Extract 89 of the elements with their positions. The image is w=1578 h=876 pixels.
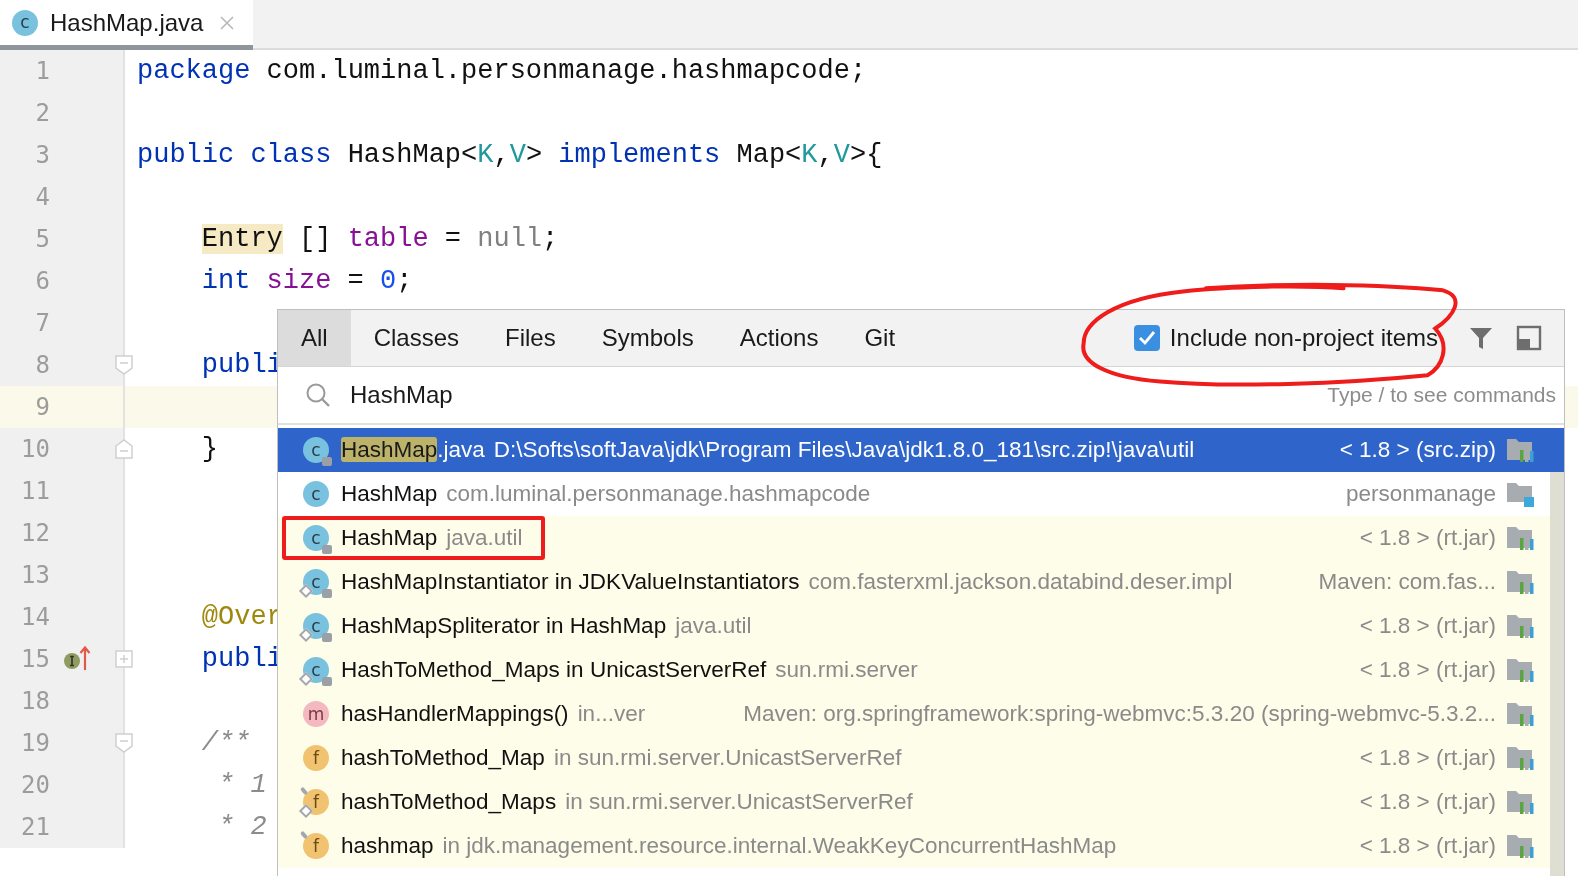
- result-location: < 1.8 > (src.zip): [1339, 437, 1496, 463]
- line-number: 7: [34, 309, 50, 337]
- module-icon: [1506, 480, 1536, 508]
- search-result[interactable]: c HashMap.java D:\Softs\softJava\jdk\Program Files\Java\jdk1.8.0_181\src.zip!\java\util < 1.8 > (src.zip): [278, 428, 1564, 472]
- library-icon: [1506, 744, 1536, 772]
- code-line: package com.luminal.personmanage.hashmapcode;: [137, 56, 867, 86]
- fold-marker-icon[interactable]: [114, 732, 134, 754]
- library-icon: [1506, 700, 1536, 728]
- line-number: 10: [20, 435, 50, 463]
- library-icon: [1506, 612, 1536, 640]
- result-name: HashMap.java: [341, 437, 485, 463]
- line-number: 9: [34, 393, 50, 421]
- library-icon: [1506, 436, 1536, 464]
- result-name: hashToMethod_Maps: [341, 789, 557, 815]
- library-icon: [1506, 656, 1536, 684]
- class-icon: c: [12, 9, 38, 36]
- library-icon: [1506, 524, 1536, 552]
- fold-marker-icon[interactable]: [114, 354, 134, 376]
- code-line: * 2: [217, 812, 267, 842]
- line-number: 3: [34, 141, 50, 169]
- library-icon: [1506, 832, 1536, 860]
- library-icon: [1506, 788, 1536, 816]
- line-number: 1: [34, 57, 50, 85]
- line-number: 5: [34, 225, 50, 253]
- line-number: 18: [20, 687, 50, 715]
- result-name: hasHandlerMappings(): [341, 701, 569, 727]
- search-icon: [304, 381, 332, 409]
- result-location: < 1.8 > (rt.jar): [1359, 525, 1496, 551]
- result-detail: in...ver: [577, 701, 646, 727]
- line-number: 11: [20, 477, 50, 505]
- filter-icon[interactable]: [1468, 325, 1494, 351]
- result-location: < 1.8 > (rt.jar): [1359, 657, 1496, 683]
- result-name: HashMap: [341, 481, 438, 507]
- search-tab[interactable]: All: [278, 310, 351, 366]
- search-tab[interactable]: Classes: [350, 310, 483, 366]
- result-name: HashToMethod_Maps in UnicastServerRef: [341, 657, 767, 683]
- line-number: 13: [20, 561, 50, 589]
- result-location: < 1.8 > (rt.jar): [1359, 789, 1496, 815]
- line-number: 6: [34, 267, 50, 295]
- result-name: HashMapInstantiator in JDKValueInstantiators: [341, 569, 800, 595]
- result-detail: in jdk.management.resource.internal.WeakKeyConcurrentHashMap: [442, 833, 1117, 859]
- code-line: /**: [200, 728, 251, 758]
- result-detail: sun.rmi.server: [775, 657, 918, 683]
- scrollbar[interactable]: [1550, 472, 1564, 876]
- result-location: < 1.8 > (rt.jar): [1359, 613, 1496, 639]
- code-line: public class HashMap<K,V> implements Map<K,V>{: [137, 140, 883, 170]
- line-number: 20: [20, 771, 50, 799]
- result-location: < 1.8 > (rt.jar): [1359, 833, 1496, 859]
- code-line: Entry [] table = null;: [200, 224, 559, 254]
- result-name: HashMapSpliterator in HashMap: [341, 613, 667, 639]
- close-icon[interactable]: [219, 14, 236, 31]
- search-tab[interactable]: Symbols: [578, 310, 717, 366]
- line-number: 14: [20, 603, 50, 631]
- line-number: 8: [34, 351, 50, 379]
- result-location: Maven: org.springframework:spring-webmvc:5.3.20 (spring-webmvc-5.3.2...: [743, 701, 1496, 727]
- search-tab[interactable]: Files: [482, 310, 579, 366]
- hint-text: Type / to see commands: [1327, 383, 1556, 407]
- result-detail: in sun.rmi.server.UnicastServerRef: [565, 789, 913, 815]
- result-name: hashToMethod_Map: [341, 745, 545, 771]
- result-detail: com.fasterxml.jackson.databind.deser.impl: [808, 569, 1233, 595]
- library-icon: [1506, 568, 1536, 596]
- search-tab[interactable]: Actions: [716, 310, 842, 366]
- line-number: 4: [34, 183, 50, 211]
- result-name: HashMap: [341, 525, 438, 551]
- option-label[interactable]: Include non-project items: [1169, 324, 1438, 352]
- editor-tab[interactable]: c HashMap.java: [0, 0, 254, 50]
- line-number: 21: [20, 813, 50, 841]
- result-name: hashmap: [341, 833, 434, 859]
- fold-marker-icon[interactable]: [114, 438, 134, 460]
- search-field[interactable]: HashMap: [350, 381, 650, 409]
- result-detail: java.util: [446, 525, 523, 551]
- expand-marker-icon[interactable]: [114, 649, 134, 669]
- line-number: 2: [34, 99, 50, 127]
- line-number: 12: [20, 519, 50, 547]
- code-line: }: [200, 434, 218, 464]
- result-location: Maven: com.fas...: [1318, 569, 1496, 595]
- code-line: int size = 0;: [200, 266, 413, 296]
- result-detail: in sun.rmi.server.UnicastServerRef: [553, 745, 902, 771]
- preview-panel-icon[interactable]: [1516, 325, 1542, 351]
- result-location: personmanage: [1345, 481, 1496, 507]
- result-detail: com.luminal.personmanage.hashmapcode: [446, 481, 871, 507]
- line-number: 19: [20, 729, 50, 757]
- result-detail: java.util: [675, 613, 752, 639]
- search-tab[interactable]: Git: [841, 310, 919, 366]
- checkbox[interactable]: [1133, 325, 1160, 351]
- result-location: < 1.8 > (rt.jar): [1359, 745, 1496, 771]
- code-line: * 1: [217, 770, 267, 800]
- line-number: 15: [20, 645, 50, 673]
- result-detail: D:\Softs\softJava\jdk\Program Files\Java\jdk1.8.0_181\src.zip!\java\util: [493, 437, 1195, 463]
